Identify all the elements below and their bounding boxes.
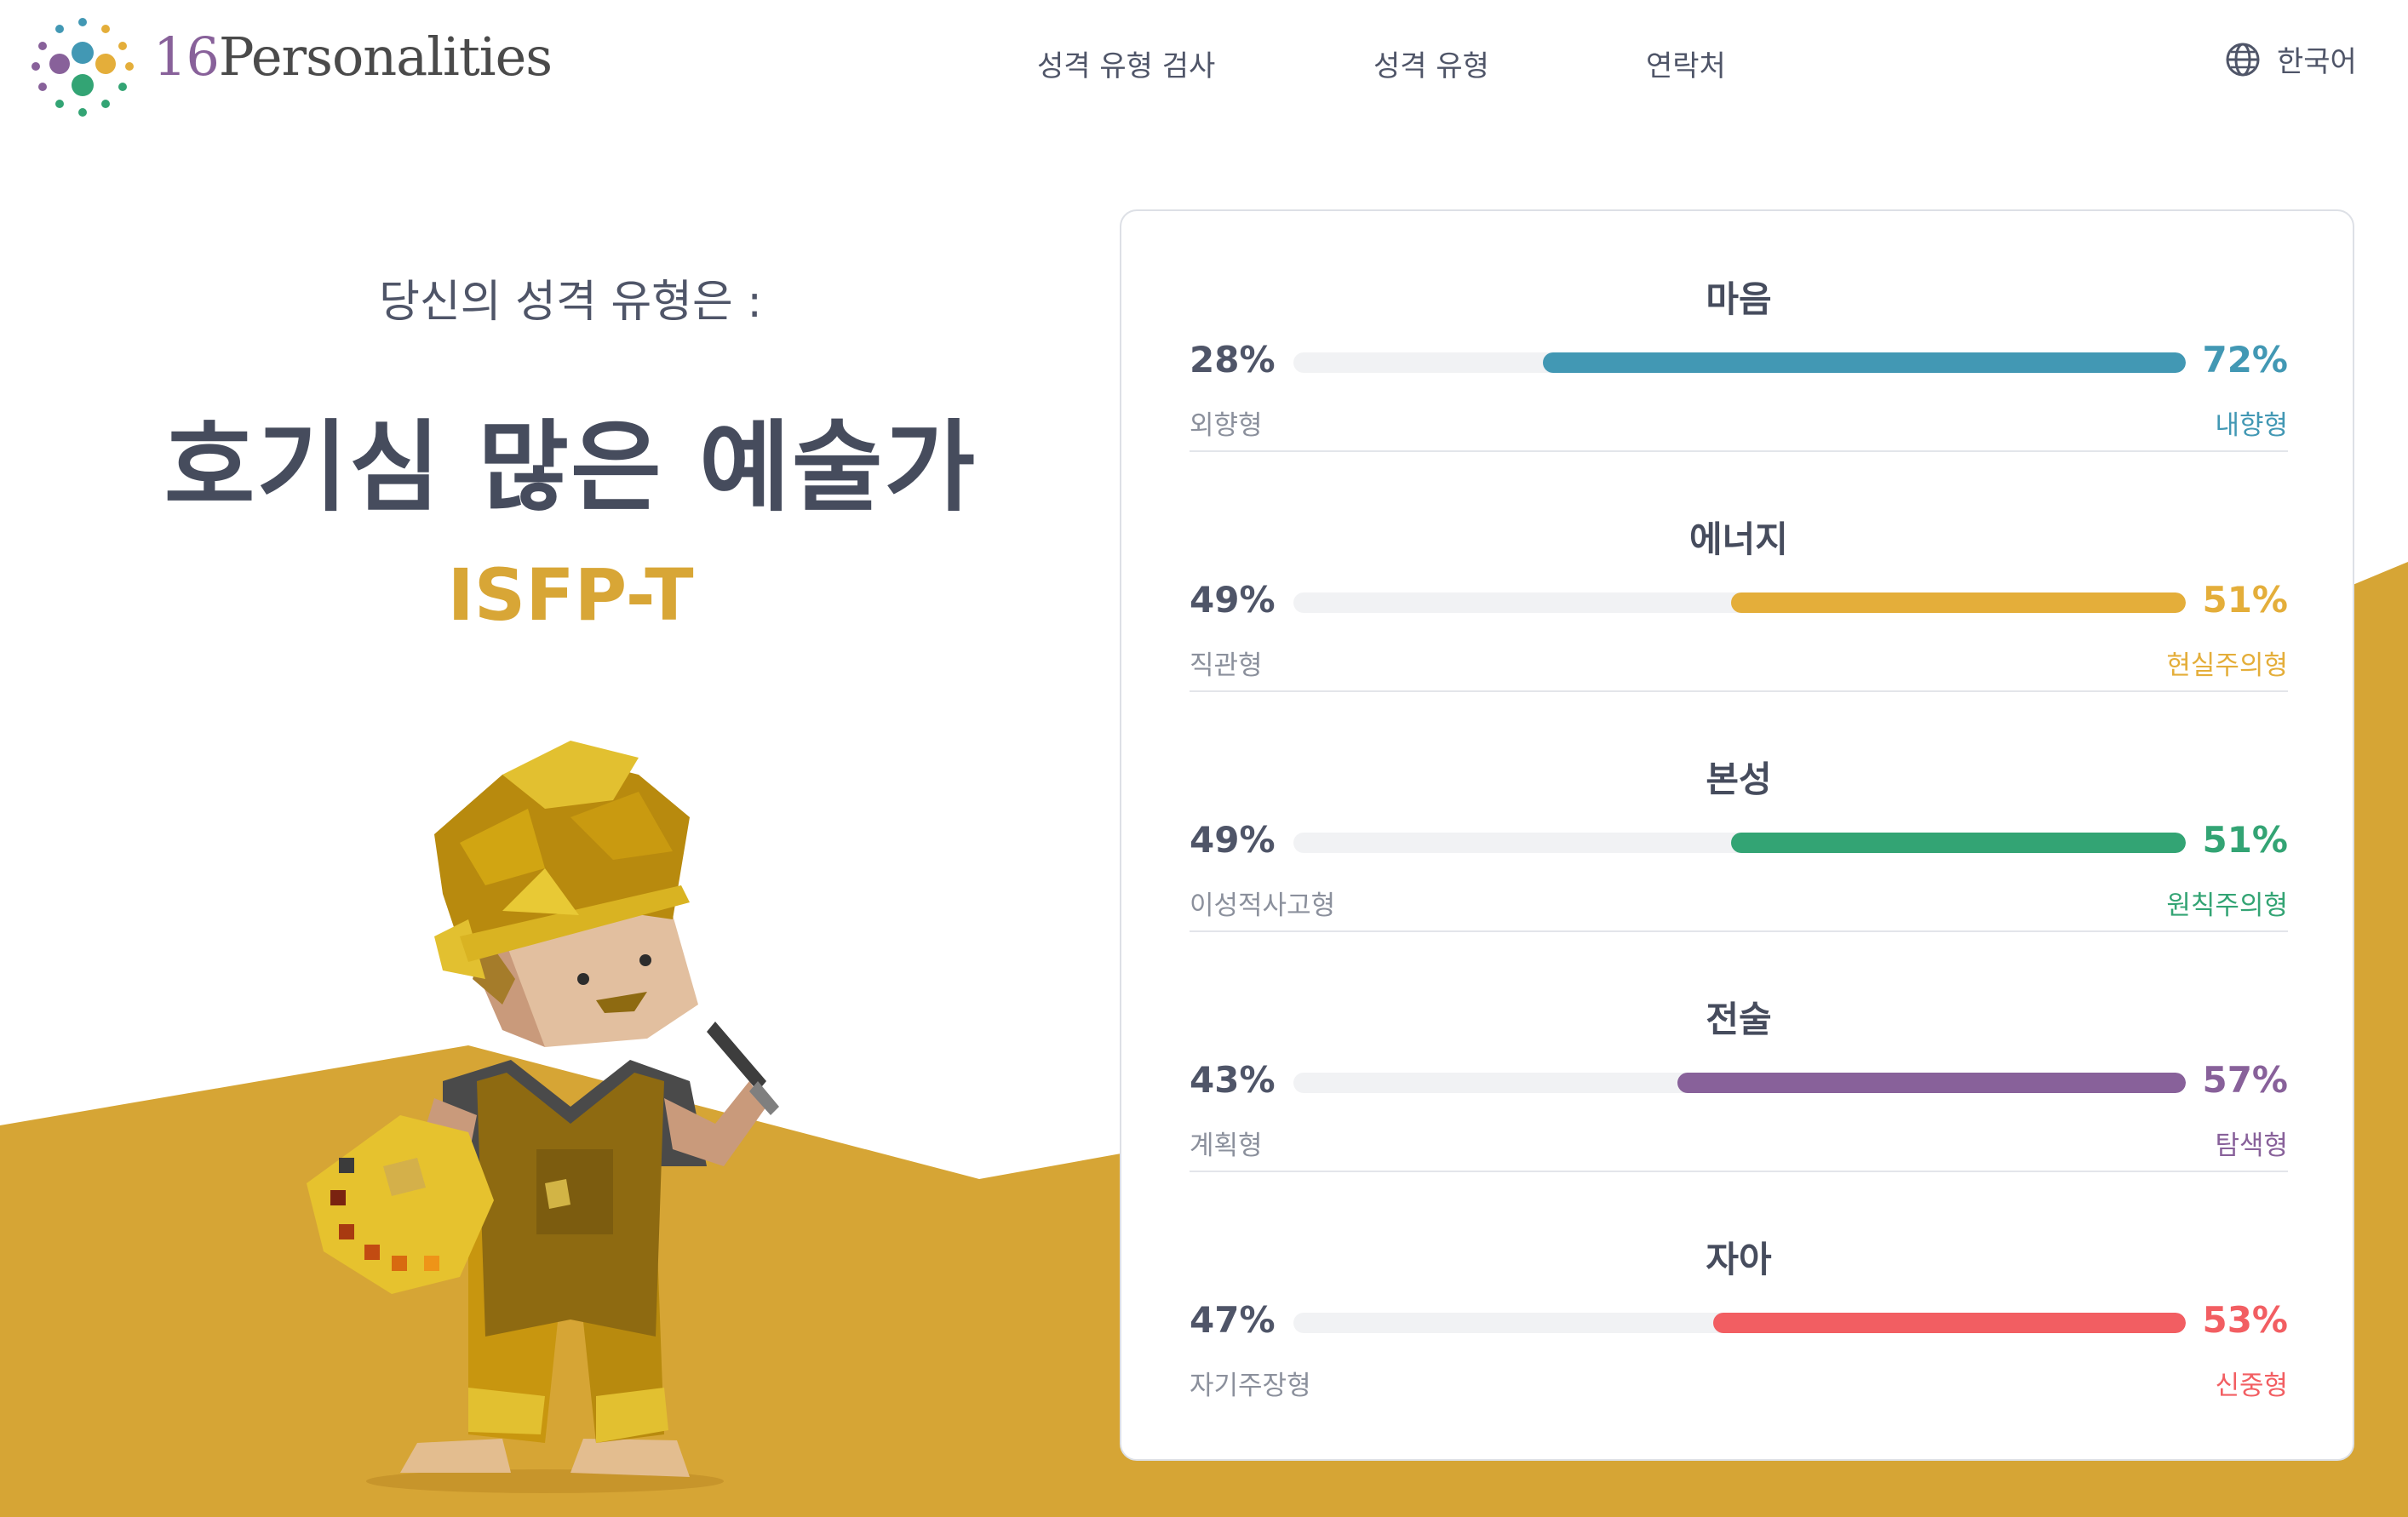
trait-bar xyxy=(1293,592,2186,613)
trait-left-label: 계획형 xyxy=(1190,1131,1263,1161)
trait-bar xyxy=(1293,1313,2186,1333)
trait-row-energy: 에너지 49% 51% 직관형 현실주의형 xyxy=(1190,451,2288,692)
logo-dots-icon[interactable] xyxy=(27,10,138,121)
trait-bar xyxy=(1293,1073,2186,1093)
trait-right-percent: 72% xyxy=(2202,339,2288,381)
trait-bar xyxy=(1293,352,2186,373)
trait-bar-fill xyxy=(1543,352,2186,373)
trait-left-label: 자기주장형 xyxy=(1190,1371,1311,1401)
trait-bar-fill xyxy=(1677,1073,2186,1093)
trait-name: 본성 xyxy=(1706,758,1772,800)
trait-left-label: 직관형 xyxy=(1190,650,1263,681)
trait-row-nature: 본성 49% 51% 이성적사고형 원칙주의형 xyxy=(1190,691,2288,932)
trait-right-label: 신중형 xyxy=(2215,1371,2288,1401)
trait-bar-fill xyxy=(1730,833,2186,853)
trait-right-label: 원칙주의형 xyxy=(2166,890,2288,921)
trait-row-mind: 마음 28% 72% 외향형 내향형 xyxy=(1190,211,2288,452)
trait-name: 마음 xyxy=(1706,278,1772,320)
trait-left-label: 외향형 xyxy=(1190,410,1263,441)
trait-right-percent: 57% xyxy=(2202,1059,2288,1101)
trait-right-percent: 51% xyxy=(2202,579,2288,621)
nav-personality-types[interactable]: 성격 유형 xyxy=(1373,43,1489,84)
trait-bar-fill xyxy=(1712,1313,2186,1333)
brand-name: Personalities xyxy=(218,26,553,88)
traits-card: 마음 28% 72% 외향형 내향형 에너지 49% 51% 직관형 현실주의형… xyxy=(1120,209,2354,1461)
trait-bar-fill xyxy=(1730,592,2186,613)
result-type-name: 호기심 많은 예술가 xyxy=(163,410,978,525)
trait-row-tactics: 전술 43% 57% 계획형 탐색형 xyxy=(1190,931,2288,1172)
result-subtitle: 당신의 성격 유형은 : xyxy=(379,277,762,328)
trait-right-label: 탐색형 xyxy=(2215,1131,2288,1161)
trait-left-percent: 47% xyxy=(1190,1299,1276,1341)
result-type-code: ISFP-T xyxy=(447,553,694,637)
site-header: 16 Personalities 성격 유형 검사 성격 유형 연락처 한국어 xyxy=(0,0,2408,128)
trait-right-label: 현실주의형 xyxy=(2166,650,2288,681)
globe-icon xyxy=(2226,43,2260,76)
trait-name: 전술 xyxy=(1706,999,1772,1040)
trait-left-percent: 49% xyxy=(1190,579,1276,621)
nav-personality-test[interactable]: 성격 유형 검사 xyxy=(1037,43,1215,84)
trait-name: 에너지 xyxy=(1689,518,1788,560)
trait-name: 자아 xyxy=(1706,1239,1772,1280)
trait-bar xyxy=(1293,833,2186,853)
language-label: 한국어 xyxy=(2277,45,2357,79)
trait-left-percent: 43% xyxy=(1190,1059,1276,1101)
brand-number: 16 xyxy=(153,26,220,88)
trait-left-percent: 49% xyxy=(1190,819,1276,861)
trait-right-label: 내향형 xyxy=(2215,410,2288,441)
trait-right-percent: 53% xyxy=(2202,1299,2288,1341)
trait-row-identity: 자아 47% 53% 자기주장형 신중형 xyxy=(1190,1171,2288,1411)
language-selector[interactable]: 한국어 xyxy=(2224,38,2357,80)
brand-wordmark[interactable]: 16 Personalities xyxy=(153,26,553,88)
trait-left-percent: 28% xyxy=(1190,339,1276,381)
trait-right-percent: 51% xyxy=(2202,819,2288,861)
nav-contact[interactable]: 연락처 xyxy=(1646,43,1726,84)
trait-left-label: 이성적사고형 xyxy=(1190,890,1336,921)
artist-illustration xyxy=(307,741,779,1493)
